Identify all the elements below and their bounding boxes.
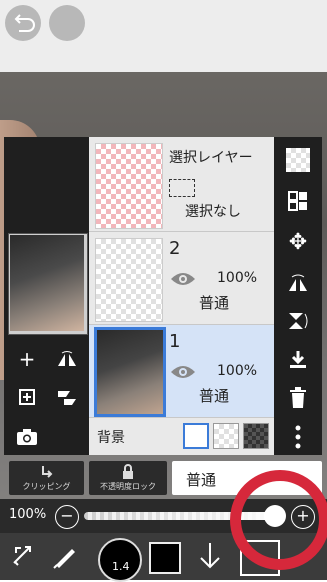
layer-number: 1 (169, 331, 181, 352)
flip-vertical-icon (289, 313, 308, 329)
add-layer-icon (19, 389, 35, 405)
swap-tool-button[interactable] (8, 541, 38, 571)
layer-opacity: 100% (217, 270, 258, 286)
move-button[interactable]: ✥ (284, 228, 312, 256)
flip-horizontal-icon (289, 274, 307, 291)
minus-icon: − (60, 506, 74, 525)
opacity-value: 100% (9, 507, 47, 522)
swap-icon (13, 546, 31, 566)
eye-icon[interactable] (169, 363, 197, 381)
layer-row[interactable]: 2 100% 普通 (89, 232, 274, 325)
layer-blend-mode: 普通 (199, 387, 230, 405)
alpha-lock-label: 不透明度ロック (100, 482, 156, 491)
bg-transparent-swatch[interactable] (213, 423, 239, 449)
delete-layer-button[interactable] (284, 384, 312, 412)
import-button[interactable] (284, 345, 312, 373)
layer-number: 2 (169, 238, 181, 259)
annotation-ring (230, 470, 327, 570)
checker-icon[interactable] (286, 148, 310, 172)
brush-size-button[interactable]: 1.4 (98, 538, 142, 582)
color-swatch[interactable] (149, 542, 181, 574)
layer-opacity: 100% (217, 363, 258, 379)
blend-mode-value: 普通 (186, 471, 217, 489)
selection-marquee-icon (169, 179, 195, 197)
undo-button[interactable] (5, 5, 41, 41)
layer-down-button[interactable] (195, 540, 225, 572)
layer-blend-mode: 普通 (199, 294, 230, 312)
transform-button[interactable] (284, 187, 312, 215)
selection-status: 選択なし (185, 204, 241, 220)
layer-row-selected[interactable]: 1 100% 普通 (89, 325, 274, 418)
lock-icon (123, 464, 133, 479)
arrow-down-icon (200, 543, 220, 569)
background-row: 背景 (89, 418, 274, 454)
brush-tool-button[interactable] (50, 541, 80, 571)
add-layer-button[interactable]: + (10, 343, 44, 375)
more-options-button[interactable] (284, 423, 312, 451)
download-icon (290, 351, 306, 368)
selection-layer-title: 選択レイヤー (169, 150, 253, 166)
layer-thumbnail (94, 327, 166, 417)
opacity-decrease-button[interactable]: − (55, 505, 79, 529)
eye-icon[interactable] (169, 270, 197, 288)
top-bar (0, 0, 327, 72)
undo-icon (14, 14, 35, 32)
redo-button[interactable] (49, 5, 85, 41)
layer-thumbnail (95, 238, 163, 322)
camera-button[interactable] (10, 421, 44, 453)
clipping-label: クリッピング (22, 482, 71, 491)
add-image-layer-button[interactable] (10, 381, 44, 413)
background-label: 背景 (97, 430, 125, 446)
flip-layer-button[interactable] (50, 343, 84, 375)
alpha-lock-button[interactable]: 不透明度ロック (89, 461, 167, 495)
plus-icon: + (18, 347, 36, 371)
trash-icon (290, 387, 306, 408)
bg-white-swatch[interactable] (183, 423, 209, 449)
transform-icon (288, 191, 307, 211)
clipping-icon (42, 466, 53, 478)
selection-layer-row[interactable]: 選択レイヤー 選択なし (89, 137, 274, 232)
camera-icon (17, 429, 37, 445)
flip-vertical-button[interactable] (284, 307, 312, 335)
bg-dark-swatch[interactable] (243, 423, 269, 449)
flip-icon (58, 351, 76, 366)
pen-icon (53, 549, 75, 569)
brush-size-value: 1.4 (112, 560, 130, 573)
flip-horizontal-button[interactable] (284, 269, 312, 297)
move-icon: ✥ (288, 229, 308, 255)
merge-down-icon (58, 391, 76, 405)
canvas-preview-image (10, 235, 84, 331)
clipping-button[interactable]: クリッピング (9, 461, 84, 495)
selection-layer-thumbnail (95, 143, 163, 229)
merge-down-button[interactable] (50, 381, 84, 413)
more-icon (295, 425, 301, 449)
